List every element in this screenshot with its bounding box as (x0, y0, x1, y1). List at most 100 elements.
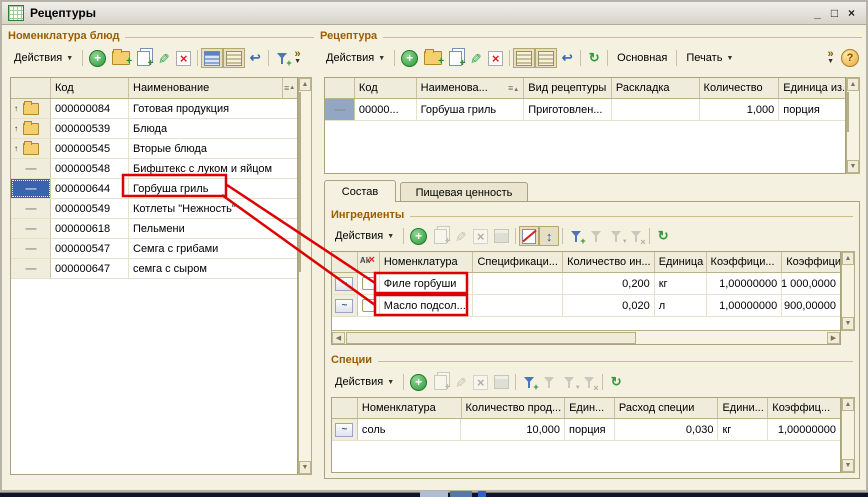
scroll-left-button[interactable]: ◀ (332, 332, 345, 344)
help-button[interactable]: ? (838, 48, 862, 68)
list-view-button[interactable] (513, 48, 535, 68)
scroll-thumb[interactable] (299, 92, 301, 272)
marker-column-header[interactable] (332, 398, 358, 418)
table-row[interactable]: ~ Масло подсол... 0,020 л 1,00000000 900… (332, 295, 840, 317)
table-row[interactable]: ↑ 000000545 Вторые блюда (11, 139, 297, 159)
code-column-header[interactable]: Код (355, 78, 417, 98)
scroll-down-button[interactable]: ▼ (847, 160, 859, 173)
table-row[interactable]: ↑ 000000084 Готовая продукция (11, 99, 297, 119)
add-button[interactable]: + (86, 48, 109, 68)
consumption-column-header[interactable]: Расход специи (615, 398, 719, 418)
edit-button[interactable]: ✎ (450, 372, 470, 392)
actions-menu-button[interactable]: Действия ▼ (329, 372, 400, 392)
ingredients-h-scrollbar[interactable]: ◀ ▶ (332, 330, 840, 344)
scroll-down-button[interactable]: ▼ (842, 459, 854, 472)
toolbar-overflow-button[interactable]: » ▼ (294, 50, 301, 66)
table-row[interactable]: — 000000547 Семга с грибами (11, 239, 297, 259)
scroll-thumb[interactable] (847, 92, 849, 132)
layout-column-header[interactable]: Раскладка (612, 78, 700, 98)
refresh-button[interactable]: ↻ (584, 48, 604, 68)
delete-button[interactable]: × (470, 226, 491, 246)
table-row-selected[interactable]: — 00000... Горбуша гриль Приготовлен... … (325, 99, 845, 121)
cell-checkbox[interactable] (358, 295, 380, 316)
actions-menu-button[interactable]: Действия ▼ (8, 48, 79, 68)
refresh-button[interactable]: ↻ (653, 226, 673, 246)
actions-menu-button[interactable]: Действия ▼ (329, 226, 400, 246)
qty-column-header[interactable]: Количество (700, 78, 780, 98)
copy-button[interactable]: + (430, 372, 450, 392)
filter-button[interactable] (586, 226, 606, 246)
table-row[interactable]: — 000000549 Котлеты "Нежность" (11, 199, 297, 219)
scroll-thumb[interactable] (346, 332, 636, 344)
table-row-selected[interactable]: — 000000644 Горбуша гриль (11, 179, 297, 199)
name-column-header[interactable]: Наименование (129, 78, 283, 98)
save-button[interactable] (491, 372, 512, 392)
actions-menu-button[interactable]: Действия ▼ (320, 48, 391, 68)
unit-column-header[interactable]: Единица из... (779, 78, 845, 98)
edit-button[interactable]: ✎ (465, 48, 485, 68)
minimize-button[interactable]: _ (809, 6, 826, 20)
scroll-up-button[interactable]: ▲ (299, 78, 311, 91)
clear-filter-button[interactable]: × (579, 372, 599, 392)
marker-column-header[interactable] (325, 78, 355, 98)
history-button[interactable]: ↩ (245, 48, 265, 68)
nomenclature-column-header[interactable]: Номенклатура (380, 252, 474, 272)
clear-filter-button[interactable]: × (626, 226, 646, 246)
add-button[interactable]: + (407, 226, 430, 246)
scroll-up-button[interactable]: ▲ (842, 398, 854, 411)
spices-v-scrollbar[interactable]: ▲ ▼ (841, 397, 855, 473)
unit2-column-header[interactable]: Едини... (718, 398, 768, 418)
tab-sostav[interactable]: Состав (324, 180, 396, 202)
list-view-button-2[interactable] (535, 48, 557, 68)
close-button[interactable]: × (843, 6, 860, 20)
filter-button[interactable] (539, 372, 559, 392)
add-group-button[interactable]: + (109, 48, 133, 68)
edit-button[interactable]: ✎ (450, 226, 470, 246)
table-row[interactable]: — 000000548 Бифштекс с луком и яйцом (11, 159, 297, 179)
table-row[interactable]: ↑ 000000539 Блюда (11, 119, 297, 139)
history-button[interactable]: ↩ (557, 48, 577, 68)
scroll-up-button[interactable]: ▲ (842, 252, 854, 265)
add-group-button[interactable]: + (421, 48, 445, 68)
nomenclature-column-header[interactable]: Номенклатура (358, 398, 462, 418)
qty-column-header[interactable]: Количество прод... (462, 398, 566, 418)
auto-width-button[interactable]: ↕ (539, 226, 559, 246)
flat-view-button[interactable] (223, 48, 245, 68)
hierarchical-view-button[interactable] (201, 48, 223, 68)
checkbox-icon[interactable] (362, 299, 375, 312)
filter-settings-button[interactable]: + (272, 48, 292, 68)
marker-column-header[interactable] (11, 78, 51, 98)
filter-settings-button[interactable]: + (519, 372, 539, 392)
coef-column-header[interactable]: Коэффиц... (768, 398, 840, 418)
table-row[interactable]: — 000000618 Пельмени (11, 219, 297, 239)
filter-by-value-button[interactable]: ▼ (559, 372, 579, 392)
toggle-deleted-button[interactable] (519, 226, 539, 246)
ingredients-v-scrollbar[interactable]: ▲ ▼ (841, 251, 855, 331)
maximize-button[interactable]: □ (826, 6, 843, 20)
toolbar-overflow-button[interactable]: » ▼ (827, 50, 834, 66)
scroll-up-button[interactable]: ▲ (847, 78, 859, 91)
table-row[interactable]: ~ соль 10,000 порция 0,030 кг 1,00000000 (332, 419, 840, 441)
unit-column-header[interactable]: Единица (655, 252, 707, 272)
delete-button[interactable]: × (173, 48, 194, 68)
title-bar[interactable]: Рецептуры _ □ × (2, 2, 866, 25)
main-recipe-button[interactable]: Основная (611, 48, 673, 68)
add-button[interactable]: + (398, 48, 421, 68)
delete-button[interactable]: × (485, 48, 506, 68)
recipe-table-scrollbar[interactable]: ▲ ▼ (846, 77, 860, 174)
tab-pishchevaya-cennost[interactable]: Пищевая ценность (400, 182, 528, 202)
recipe-type-column-header[interactable]: Вид рецептуры (524, 78, 612, 98)
name-column-header[interactable]: Наименова... ≡▲ (417, 78, 525, 98)
code-column-header[interactable]: Код (51, 78, 129, 98)
table-row[interactable]: — 000000647 семга с сыром (11, 259, 297, 279)
scroll-right-button[interactable]: ▶ (827, 332, 840, 344)
cell-checkbox[interactable] (358, 273, 380, 294)
save-button[interactable] (491, 226, 512, 246)
analog-column-header[interactable]: Ak× (358, 252, 380, 272)
filter-by-value-button[interactable]: ▼ (606, 226, 626, 246)
coef1-column-header[interactable]: Коэффици... (707, 252, 783, 272)
table-row[interactable]: ~ Филе горбуши 0,200 кг 1,00000000 1 000… (332, 273, 840, 295)
sort-indicator[interactable]: ≡▲ (283, 78, 297, 98)
scroll-down-button[interactable]: ▼ (299, 461, 311, 474)
filter-settings-button[interactable]: + (566, 226, 586, 246)
